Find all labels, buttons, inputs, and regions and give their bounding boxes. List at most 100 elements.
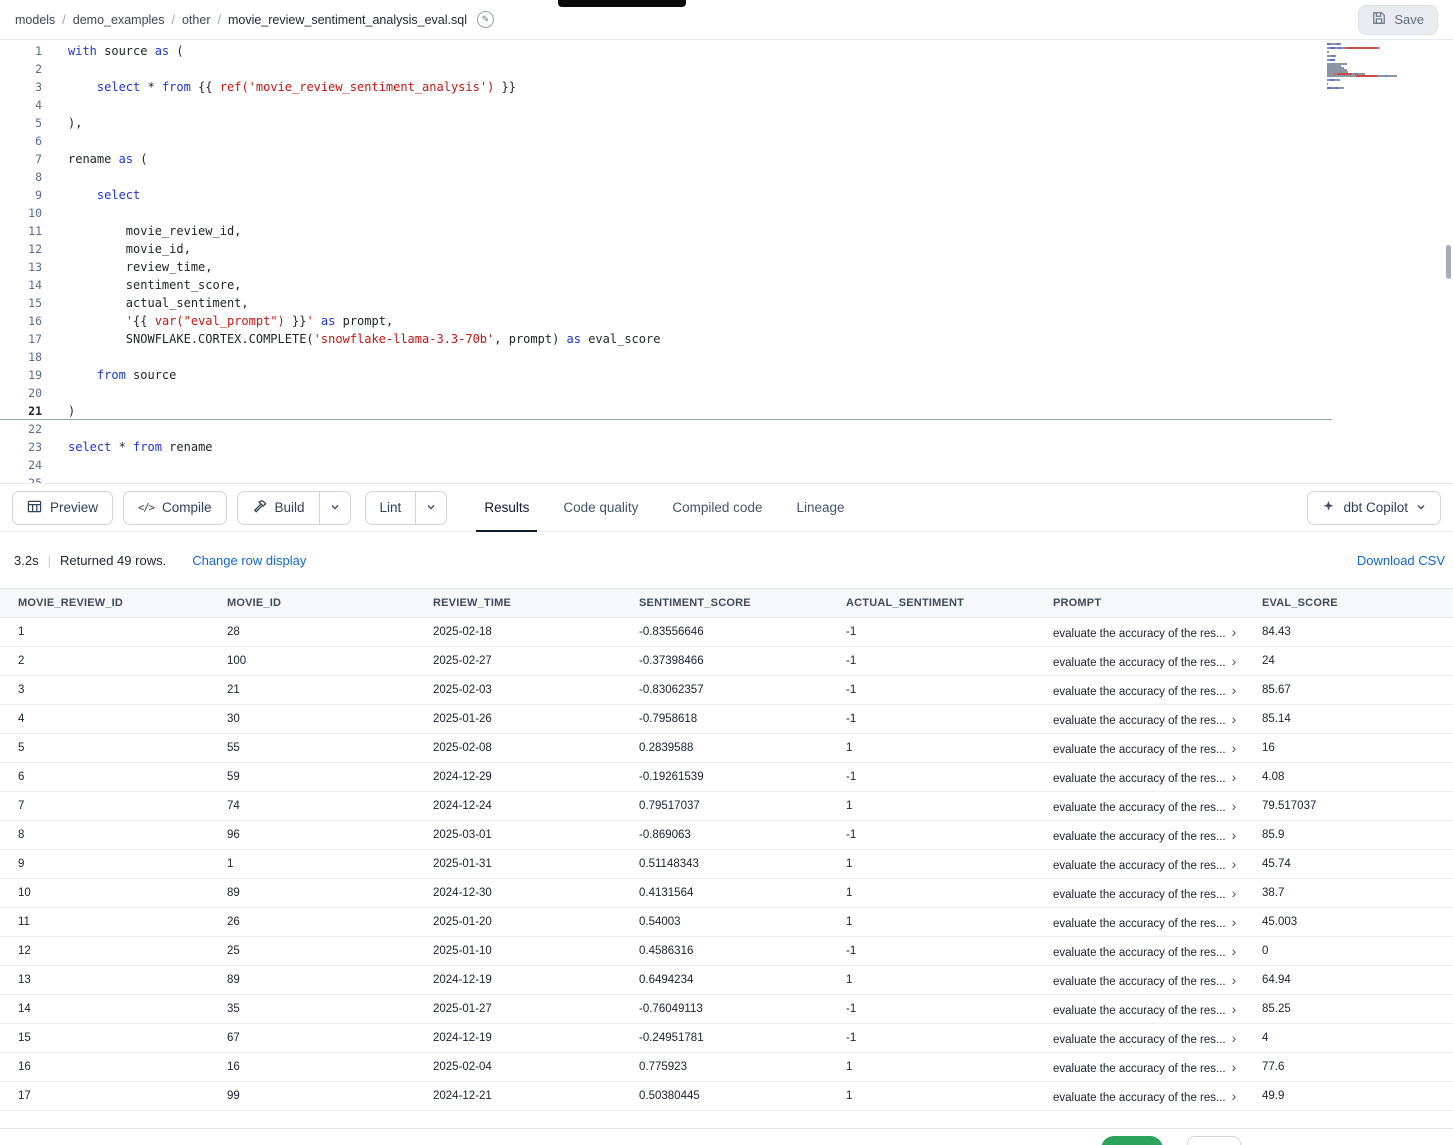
editor-line[interactable]: 2: [0, 60, 1453, 78]
editor-line[interactable]: 12 movie_id,: [0, 240, 1453, 258]
expand-cell-chevron-icon[interactable]: ›: [1232, 885, 1237, 901]
compile-button[interactable]: </> Compile: [123, 491, 227, 525]
breadcrumb-segment[interactable]: other: [182, 13, 211, 27]
download-csv-link[interactable]: Download CSV: [1357, 553, 1447, 568]
prompt-cell: evaluate the accuracy of the res... ›: [1035, 1082, 1244, 1111]
editor-line[interactable]: 21): [0, 402, 1332, 420]
build-button[interactable]: Build: [237, 491, 320, 525]
table-cell: 1: [828, 734, 1035, 763]
table-cell: 21: [209, 676, 415, 705]
tab-code-quality[interactable]: Code quality: [546, 484, 655, 532]
expand-cell-chevron-icon[interactable]: ›: [1232, 1088, 1237, 1104]
expand-cell-chevron-icon[interactable]: ›: [1232, 972, 1237, 988]
prompt-preview: evaluate the accuracy of the res...: [1053, 802, 1226, 814]
expand-cell-chevron-icon[interactable]: ›: [1232, 711, 1237, 727]
table-row: 11262025-01-200.540031evaluate the accur…: [0, 908, 1453, 937]
expand-cell-chevron-icon[interactable]: ›: [1232, 1001, 1237, 1017]
breadcrumb-segment[interactable]: movie_review_sentiment_analysis_eval.sql: [228, 13, 467, 27]
expand-cell-chevron-icon[interactable]: ›: [1232, 653, 1237, 669]
table-cell: 0.51148343: [621, 850, 828, 879]
bottom-green-button[interactable]: [1101, 1136, 1163, 1145]
editor-line[interactable]: 15 actual_sentiment,: [0, 294, 1453, 312]
editor-line[interactable]: 11 movie_review_id,: [0, 222, 1453, 240]
expand-cell-chevron-icon[interactable]: ›: [1232, 1059, 1237, 1075]
editor-line[interactable]: 25: [0, 474, 1453, 484]
table-cell: 85.25: [1244, 995, 1453, 1024]
expand-cell-chevron-icon[interactable]: ›: [1232, 943, 1237, 959]
bottom-white-button[interactable]: [1187, 1136, 1241, 1145]
table-cell: 2: [0, 647, 209, 676]
editor-line[interactable]: 17 SNOWFLAKE.CORTEX.COMPLETE('snowflake-…: [0, 330, 1453, 348]
editor-line[interactable]: 23select * from rename: [0, 438, 1453, 456]
results-tab-bar: ResultsCode qualityCompiled codeLineage: [467, 484, 861, 532]
minimap-line: [1327, 87, 1445, 88]
lint-button[interactable]: Lint: [365, 491, 417, 525]
editor-minimap[interactable]: [1327, 43, 1445, 93]
table-cell: -0.76049113: [621, 995, 828, 1024]
prompt-preview: evaluate the accuracy of the res...: [1053, 889, 1226, 901]
editor-line[interactable]: 18: [0, 348, 1453, 366]
editor-line[interactable]: 5),: [0, 114, 1453, 132]
prompt-cell: evaluate the accuracy of the res...›: [1035, 850, 1244, 879]
editor-line[interactable]: 19 from source: [0, 366, 1453, 384]
query-status-bar: 3.2s | Returned 49 rows. Change row disp…: [0, 532, 1453, 588]
editor-line[interactable]: 13 review_time,: [0, 258, 1453, 276]
table-cell: 7: [0, 792, 209, 821]
editor-line[interactable]: 24: [0, 456, 1453, 474]
expand-cell-chevron-icon[interactable]: ›: [1232, 740, 1237, 756]
line-number: 6: [0, 132, 42, 150]
table-cell: 64.94: [1244, 966, 1453, 995]
code-text: from source: [42, 366, 176, 384]
lint-options-dropdown[interactable]: [416, 491, 447, 525]
preview-button[interactable]: Preview: [12, 491, 113, 525]
tab-results[interactable]: Results: [467, 484, 546, 532]
hammer-icon: [252, 499, 267, 517]
prompt-cell: evaluate the accuracy of the res... ›: [1035, 879, 1244, 908]
editor-line[interactable]: 14 sentiment_score,: [0, 276, 1453, 294]
save-button[interactable]: Save: [1358, 5, 1438, 35]
editor-line[interactable]: 7rename as (: [0, 150, 1453, 168]
table-cell: 0: [1244, 937, 1453, 966]
expand-cell-chevron-icon[interactable]: ›: [1232, 856, 1237, 872]
editor-scrollbar-thumb[interactable]: [1446, 245, 1451, 279]
change-row-display-link[interactable]: Change row display: [192, 553, 306, 568]
tab-compiled-code[interactable]: Compiled code: [655, 484, 779, 532]
expand-cell-chevron-icon[interactable]: ›: [1232, 827, 1237, 843]
expand-cell-chevron-icon[interactable]: ›: [1232, 1030, 1237, 1046]
column-header: SENTIMENT_SCORE: [621, 589, 828, 618]
sql-editor[interactable]: 1with source as (23 select * from {{ ref…: [0, 40, 1453, 484]
prompt-cell: evaluate the accuracy of the res...›: [1035, 966, 1244, 995]
minimap-line: [1327, 57, 1445, 58]
editor-line[interactable]: 4: [0, 96, 1453, 114]
minimap-line: [1327, 51, 1445, 52]
edit-file-icon[interactable]: ✎: [477, 11, 494, 28]
breadcrumb-segment[interactable]: models: [15, 13, 55, 27]
table-cell: 4.08: [1244, 763, 1453, 792]
prompt-preview: evaluate the accuracy of the res...: [1053, 1092, 1226, 1104]
table-cell: 0.6494234: [621, 966, 828, 995]
editor-line[interactable]: 22: [0, 420, 1453, 438]
editor-line[interactable]: 1with source as (: [0, 42, 1453, 60]
build-options-dropdown[interactable]: [320, 491, 351, 525]
dbt-copilot-button[interactable]: dbt Copilot: [1307, 491, 1441, 525]
expand-cell-chevron-icon[interactable]: ›: [1232, 798, 1237, 814]
prompt-cell: evaluate the accuracy of the res...›: [1035, 821, 1244, 850]
table-cell: 0.50380445: [621, 1082, 828, 1111]
tab-lineage[interactable]: Lineage: [779, 484, 861, 532]
preview-button-label: Preview: [50, 500, 98, 515]
breadcrumb-segment[interactable]: demo_examples: [73, 13, 165, 27]
editor-line[interactable]: 9 select: [0, 186, 1453, 204]
editor-line[interactable]: 3 select * from {{ ref('movie_review_sen…: [0, 78, 1453, 96]
editor-line[interactable]: 20: [0, 384, 1453, 402]
expand-cell-chevron-icon[interactable]: ›: [1232, 914, 1237, 930]
expand-cell-chevron-icon[interactable]: ›: [1232, 624, 1237, 640]
editor-line[interactable]: 16 '{{ var("eval_prompt") }}' as prompt,: [0, 312, 1453, 330]
table-row: 15672024-12-19-0.24951781-1evaluate the …: [0, 1024, 1453, 1053]
table-cell: 74: [209, 792, 415, 821]
editor-line[interactable]: 8: [0, 168, 1453, 186]
expand-cell-chevron-icon[interactable]: ›: [1232, 682, 1237, 698]
editor-line[interactable]: 6: [0, 132, 1453, 150]
editor-line[interactable]: 10: [0, 204, 1453, 222]
minimap-line: [1327, 77, 1445, 78]
expand-cell-chevron-icon[interactable]: ›: [1232, 769, 1237, 785]
